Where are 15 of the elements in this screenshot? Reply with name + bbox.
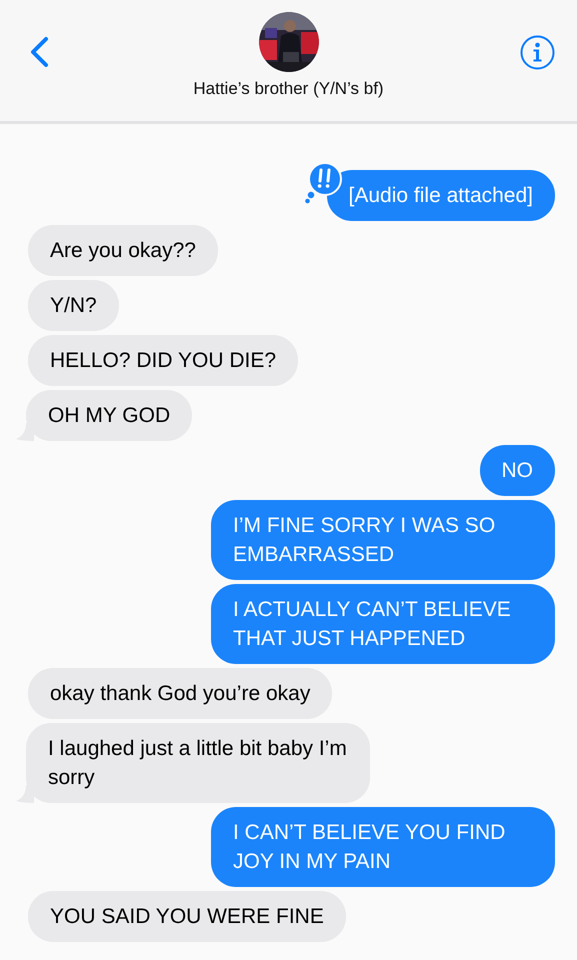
received-message: YOU SAID YOU WERE FINE [28, 891, 346, 942]
sent-message: NO [480, 445, 555, 496]
contact-name[interactable]: Hattie’s brother (Y/N’s bf) [193, 79, 384, 99]
received-message: HELLO? DID YOU DIE? [28, 335, 298, 386]
received-message: Y/N? [28, 280, 119, 331]
received-message: I laughed just a little bit baby I’m sorry [26, 723, 370, 803]
sent-message: I CAN’T BELIEVE YOU FIND JOY IN MY PAIN [211, 807, 555, 887]
info-icon[interactable] [520, 35, 555, 70]
sent-message: I ACTUALLY CAN’T BELIEVE THAT JUST HAPPENED [211, 584, 555, 664]
received-message: Are you okay?? [28, 225, 218, 276]
sent-message: I’M FINE SORRY I WAS SO EMBARRASSED [211, 500, 555, 580]
received-message: OH MY GOD [26, 390, 192, 441]
sent-message: [Audio file attached] [326, 170, 555, 221]
back-icon[interactable] [28, 36, 50, 68]
received-message: okay thank God you’re okay [28, 668, 332, 719]
